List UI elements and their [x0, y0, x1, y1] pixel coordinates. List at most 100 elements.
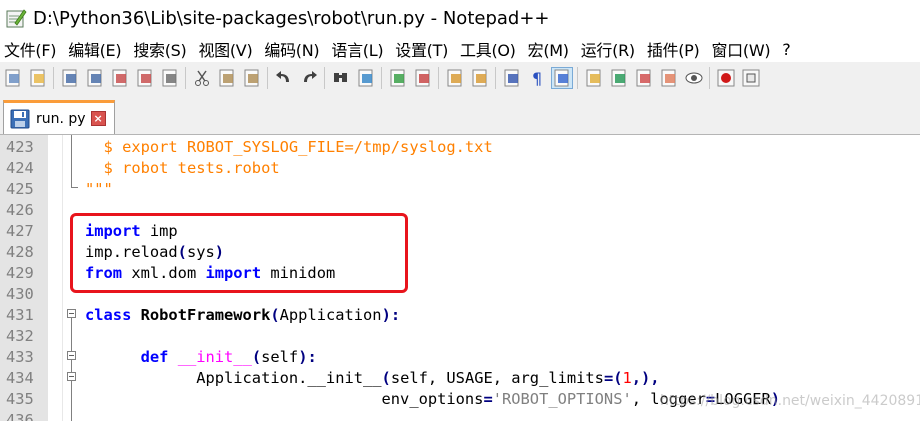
code-token: class: [85, 306, 132, 324]
menu-plugins[interactable]: 插件(P): [641, 37, 706, 61]
toolbar-separator: [267, 67, 268, 89]
close-icon[interactable]: [110, 68, 130, 88]
line-text: def __init__(self):: [85, 347, 317, 368]
fold-guide-line: [71, 135, 72, 187]
toolbar-separator: [709, 67, 710, 89]
title-bar: D:\Python36\Lib\site-packages\robot\run.…: [0, 0, 920, 36]
fold-collapse-icon[interactable]: [67, 309, 76, 318]
document-map-icon[interactable]: [609, 68, 629, 88]
fold-collapse-icon[interactable]: [67, 351, 76, 360]
menu-search[interactable]: 搜索(S): [127, 37, 192, 61]
watermark: https://blog.csdn.net/weixin_44208911: [660, 393, 920, 409]
line-number: 429: [6, 264, 34, 282]
indent-guide-icon[interactable]: [551, 67, 573, 89]
new-file-icon[interactable]: [3, 68, 23, 88]
replace-icon[interactable]: [356, 68, 376, 88]
code-line: 436: [0, 410, 920, 421]
zoom-in-icon[interactable]: [388, 68, 408, 88]
toolbar-separator: [438, 67, 439, 89]
line-text: $ robot tests.robot: [85, 158, 280, 179]
code-token: (: [381, 369, 391, 387]
code-token: RobotFramework: [140, 306, 271, 324]
toolbar-separator: [381, 67, 382, 89]
code-line: 431 class RobotFramework(Application):: [0, 305, 920, 326]
line-text: $ export ROBOT_SYSLOG_FILE=/tmp/syslog.t…: [85, 137, 493, 158]
code-token: $ robot tests.robot: [103, 159, 280, 177]
menu-view[interactable]: 视图(V): [192, 37, 258, 61]
code-token: """: [85, 180, 113, 198]
menu-window[interactable]: 窗口(W): [705, 37, 776, 61]
paste-icon[interactable]: [242, 68, 262, 88]
menu-macro[interactable]: 宏(M): [522, 37, 575, 61]
record-macro-icon[interactable]: [716, 68, 736, 88]
zoom-out-icon[interactable]: [413, 68, 433, 88]
code-token: Application.__init__: [196, 369, 382, 387]
code-token: def: [140, 348, 169, 366]
sync-horizontal-icon[interactable]: [470, 68, 490, 88]
word-wrap-icon[interactable]: [502, 68, 522, 88]
fold-collapse-icon[interactable]: [67, 372, 76, 381]
code-token: (: [251, 348, 262, 366]
code-line: 425 """: [0, 179, 920, 200]
toolbar-separator: [324, 67, 325, 89]
menu-language[interactable]: 语言(L): [325, 37, 389, 61]
toolbar-separator: [577, 67, 578, 89]
copy-icon[interactable]: [217, 68, 237, 88]
code-token: ,),: [631, 369, 660, 387]
line-number: 436: [6, 411, 34, 421]
code-token: Application: [279, 306, 382, 324]
menu-tools[interactable]: 工具(O): [454, 37, 522, 61]
toolbar-separator: [495, 67, 496, 89]
tab-close-icon[interactable]: ×: [90, 111, 106, 126]
open-file-icon[interactable]: [28, 68, 48, 88]
menu-run[interactable]: 运行(R): [575, 37, 641, 61]
line-number: 426: [6, 201, 34, 219]
notepadpp-app-icon: [5, 7, 27, 29]
line-number: 435: [6, 390, 34, 408]
code-token: ):: [381, 306, 401, 324]
menu-edit[interactable]: 编辑(E): [62, 37, 127, 61]
line-number: 434: [6, 369, 34, 387]
window-title: D:\Python36\Lib\site-packages\robot\run.…: [33, 7, 550, 29]
code-line: 424 $ robot tests.robot: [0, 158, 920, 179]
print-icon[interactable]: [160, 68, 180, 88]
save-icon[interactable]: [60, 68, 80, 88]
toolbar: ¶: [0, 62, 920, 95]
code-line: 434 Application.__init__(self, USAGE, ar…: [0, 368, 920, 389]
code-line: 433 def __init__(self):: [0, 347, 920, 368]
sync-vertical-icon[interactable]: [445, 68, 465, 88]
code-token: __init__: [177, 348, 252, 366]
tab-bar: run. py ×: [0, 94, 920, 135]
line-number: 424: [6, 159, 34, 177]
code-token: (: [270, 306, 280, 324]
line-number: 431: [6, 306, 34, 324]
function-list-icon[interactable]: [634, 68, 654, 88]
menu-settings[interactable]: 设置(T): [389, 37, 454, 61]
save-all-icon[interactable]: [85, 68, 105, 88]
red-highlight-box: [70, 213, 408, 293]
folder-workspace-icon[interactable]: [659, 68, 679, 88]
line-number: 425: [6, 180, 34, 198]
toolbar-separator: [53, 67, 54, 89]
show-all-chars-icon[interactable]: ¶: [527, 68, 547, 88]
code-token: ):: [298, 348, 317, 366]
line-number: 423: [6, 138, 34, 156]
close-all-icon[interactable]: [135, 68, 155, 88]
code-token: self: [261, 348, 299, 366]
menu-help[interactable]: ?: [776, 40, 796, 59]
cut-icon[interactable]: [192, 68, 212, 88]
saved-file-icon: [10, 109, 30, 129]
monitoring-icon[interactable]: [684, 68, 704, 88]
stop-macro-icon[interactable]: [741, 68, 761, 88]
menu-encoding[interactable]: 编码(N): [258, 37, 325, 61]
undo-icon[interactable]: [274, 68, 294, 88]
toolbar-separator: [185, 67, 186, 89]
redo-icon[interactable]: [299, 68, 319, 88]
menu-file[interactable]: 文件(F): [0, 37, 62, 61]
find-icon[interactable]: [331, 68, 351, 88]
tab-run-py[interactable]: run. py ×: [3, 100, 115, 134]
code-token: =(: [603, 369, 623, 387]
user-language-icon[interactable]: [584, 68, 604, 88]
